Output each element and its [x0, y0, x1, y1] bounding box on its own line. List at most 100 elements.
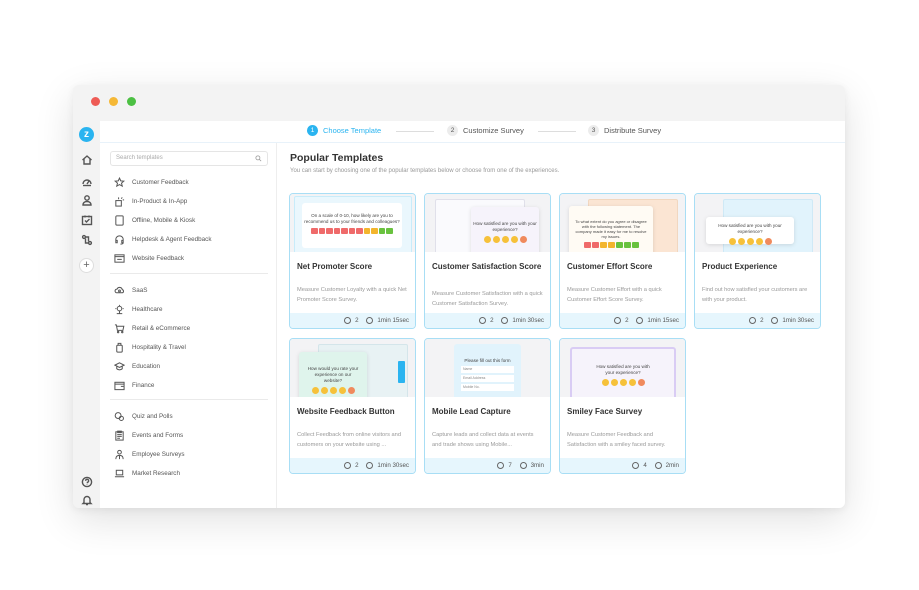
- template-card-product-experience[interactable]: How satisfied are you with your experien…: [694, 193, 821, 329]
- preview-question: On a scale of 0-10, how likely are you t…: [304, 213, 400, 224]
- add-icon[interactable]: +: [79, 258, 94, 273]
- clock-icon: [636, 317, 644, 324]
- search-icon: [255, 155, 262, 162]
- screenshot-stage: z + 1 Choose Template 2 Customize Survey…: [0, 0, 919, 590]
- nps-scale: [302, 228, 402, 234]
- help-icon[interactable]: [80, 475, 93, 488]
- template-card-nps[interactable]: On a scale of 0-10, how likely are you t…: [289, 193, 416, 329]
- star-icon: [113, 176, 125, 188]
- preview-question: To what extent do you agree or disagree …: [575, 219, 647, 239]
- form-field-mobile: Mobile No.: [461, 384, 514, 391]
- form-field-name: Name: [461, 366, 514, 373]
- template-card-mobile-lead-capture[interactable]: Please fill out this form Name Email Add…: [424, 338, 551, 474]
- preview-panel: How satisfied are you with your experien…: [471, 207, 539, 252]
- integrations-icon[interactable]: [80, 233, 93, 246]
- wallet-icon: [113, 379, 125, 391]
- category-retail[interactable]: Retail & eCommerce: [113, 321, 190, 335]
- employee-icon: [113, 448, 125, 460]
- preview-question: How satisfied are you with your experien…: [473, 221, 537, 232]
- category-label: In-Product & In-App: [132, 197, 188, 205]
- category-helpdesk[interactable]: Helpdesk & Agent Feedback: [113, 232, 211, 246]
- step-number: 2: [447, 125, 458, 136]
- app-logo[interactable]: z: [79, 127, 94, 142]
- category-in-product[interactable]: In-Product & In-App: [113, 194, 187, 208]
- questions-icon: [614, 317, 622, 324]
- clock-icon: [501, 317, 509, 324]
- icon-rail: z +: [73, 121, 100, 508]
- step-customize-survey[interactable]: 2 Customize Survey: [447, 125, 524, 136]
- category-label: Helpdesk & Agent Feedback: [132, 235, 212, 243]
- questions-icon: [479, 317, 487, 324]
- step-choose-template[interactable]: 1 Choose Template: [307, 125, 381, 136]
- template-description: Collect Feedback from online visitors an…: [297, 432, 402, 448]
- template-meta: 4 2min: [560, 458, 685, 473]
- clock-icon: [366, 462, 374, 469]
- minimize-window-button[interactable]: [109, 97, 118, 106]
- template-title: Product Experience: [702, 262, 778, 271]
- close-window-button[interactable]: [91, 97, 100, 106]
- emoji-scale: [706, 238, 794, 245]
- headset-icon: [113, 233, 125, 245]
- template-card-csat[interactable]: How satisfied are you with your experien…: [424, 193, 551, 329]
- clipboard-icon: [113, 429, 125, 441]
- category-healthcare[interactable]: Healthcare: [113, 302, 162, 316]
- step-number: 1: [307, 125, 318, 136]
- preview-panel: How would you rate your experience on ou…: [299, 352, 367, 397]
- clock-icon: [771, 317, 779, 324]
- questions-icon: [632, 462, 640, 469]
- template-meta: 2 1min 30sec: [695, 313, 820, 328]
- template-card-website-feedback-button[interactable]: How would you rate your experience on ou…: [289, 338, 416, 474]
- cart-icon: [113, 322, 125, 334]
- preview-question: How satisfied are you with your experien…: [718, 223, 782, 234]
- category-label: Education: [132, 362, 161, 370]
- category-events-forms[interactable]: Events and Forms: [113, 428, 183, 442]
- tablet-icon: [113, 214, 125, 226]
- category-customer-feedback[interactable]: Customer Feedback: [113, 175, 189, 189]
- category-label: Healthcare: [132, 305, 163, 313]
- notifications-icon[interactable]: [80, 493, 93, 506]
- question-count: 2: [355, 317, 359, 324]
- template-categories-sidebar: Search templates Customer Feedback In-Pr…: [100, 143, 277, 508]
- category-employee-surveys[interactable]: Employee Surveys: [113, 447, 185, 461]
- emoji-scale: [471, 236, 539, 243]
- category-hospitality[interactable]: Hospitality & Travel: [113, 340, 186, 354]
- step-connector: [396, 131, 434, 132]
- template-meta: 2 1min 15sec: [560, 313, 685, 328]
- maximize-window-button[interactable]: [127, 97, 136, 106]
- graduation-cap-icon: [113, 360, 125, 372]
- category-education[interactable]: Education: [113, 359, 160, 373]
- emoji-scale: [299, 387, 367, 394]
- question-count: 2: [490, 317, 494, 324]
- template-preview: How satisfied are you with your experien…: [695, 194, 820, 252]
- category-offline-mobile-kiosk[interactable]: Offline, Mobile & Kiosk: [113, 213, 195, 227]
- category-saas[interactable]: SaaS: [113, 283, 147, 297]
- duration: 1min 30sec: [377, 462, 409, 469]
- preview-panel: How satisfied are you with your experien…: [706, 217, 794, 245]
- category-market-research[interactable]: Market Research: [113, 466, 180, 480]
- preview-panel: To what extent do you agree or disagree …: [569, 206, 653, 252]
- questions-icon: [344, 462, 352, 469]
- template-description: Measure Customer Effort with a quick Cus…: [567, 287, 662, 303]
- calendar-check-icon[interactable]: [80, 213, 93, 226]
- template-card-smiley-face-survey[interactable]: How satisfied are you with your experien…: [559, 338, 686, 474]
- dashboard-icon[interactable]: [80, 174, 93, 187]
- home-icon[interactable]: [80, 153, 93, 166]
- category-label: Hospitality & Travel: [132, 343, 186, 351]
- step-distribute-survey[interactable]: 3 Distribute Survey: [588, 125, 661, 136]
- category-website-feedback[interactable]: Website Feedback: [113, 251, 184, 265]
- wizard-stepper: 1 Choose Template 2 Customize Survey 3 D…: [100, 121, 845, 143]
- duration: 3min: [530, 462, 544, 469]
- user-icon[interactable]: [80, 193, 93, 206]
- template-meta: 2 1min 30sec: [290, 458, 415, 473]
- luggage-icon: [113, 341, 125, 353]
- category-quiz-polls[interactable]: Quiz and Polls: [113, 409, 173, 423]
- template-preview: To what extent do you agree or disagree …: [560, 194, 685, 252]
- category-label: Finance: [132, 381, 155, 389]
- template-title: Customer Satisfaction Score: [432, 262, 542, 271]
- category-finance[interactable]: Finance: [113, 378, 154, 392]
- category-label: Retail & eCommerce: [132, 324, 191, 332]
- template-preview: How satisfied are you with your experien…: [560, 339, 685, 397]
- search-templates-input[interactable]: Search templates: [110, 151, 268, 166]
- quiz-icon: [113, 410, 125, 422]
- template-card-ces[interactable]: To what extent do you agree or disagree …: [559, 193, 686, 329]
